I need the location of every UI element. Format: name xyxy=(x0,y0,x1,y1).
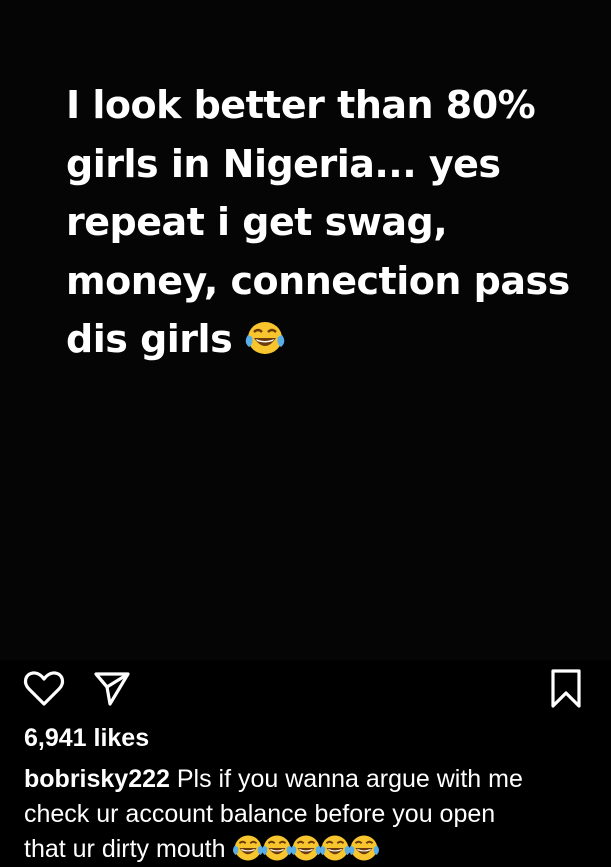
post-text: I look better than 80% girls in Nigeria.… xyxy=(66,76,596,369)
likes-count[interactable]: 6,941 likes xyxy=(24,724,149,753)
laughing-tears-emoji-icon xyxy=(245,320,285,356)
post-text-line: money, connection pass xyxy=(66,258,570,303)
caption-text: Pls if you wanna argue with me xyxy=(169,765,523,793)
post-text-line: dis girls xyxy=(66,317,233,361)
laughing-tears-emoji-icon xyxy=(290,834,322,862)
caption-username[interactable]: bobrisky222 xyxy=(24,765,170,793)
post-image[interactable]: I look better than 80% girls in Nigeria.… xyxy=(0,0,611,660)
caption-line: bobrisky222 Pls if you wanna argue with … xyxy=(24,762,594,797)
caption-emoji-group xyxy=(232,835,380,863)
caption-text: that ur dirty mouth xyxy=(24,835,226,863)
laughing-tears-emoji-icon xyxy=(348,834,380,862)
post-text-line: girls in Nigeria... yes xyxy=(66,141,501,186)
post-text-line: repeat i get swag, xyxy=(66,200,448,244)
action-bar xyxy=(0,660,611,720)
heart-icon[interactable] xyxy=(22,667,66,711)
laughing-tears-emoji-icon xyxy=(232,834,264,862)
laughing-tears-emoji-icon xyxy=(261,834,293,862)
post-text-line: I look better than 80% xyxy=(66,83,536,127)
caption-line: check ur account balance before you open xyxy=(24,800,496,828)
post-text-line-last: dis girls xyxy=(66,310,596,369)
bookmark-icon[interactable] xyxy=(548,667,584,711)
paper-plane-icon[interactable] xyxy=(92,668,132,708)
caption: bobrisky222 Pls if you wanna argue with … xyxy=(24,762,594,867)
laughing-tears-emoji-icon xyxy=(319,834,351,862)
